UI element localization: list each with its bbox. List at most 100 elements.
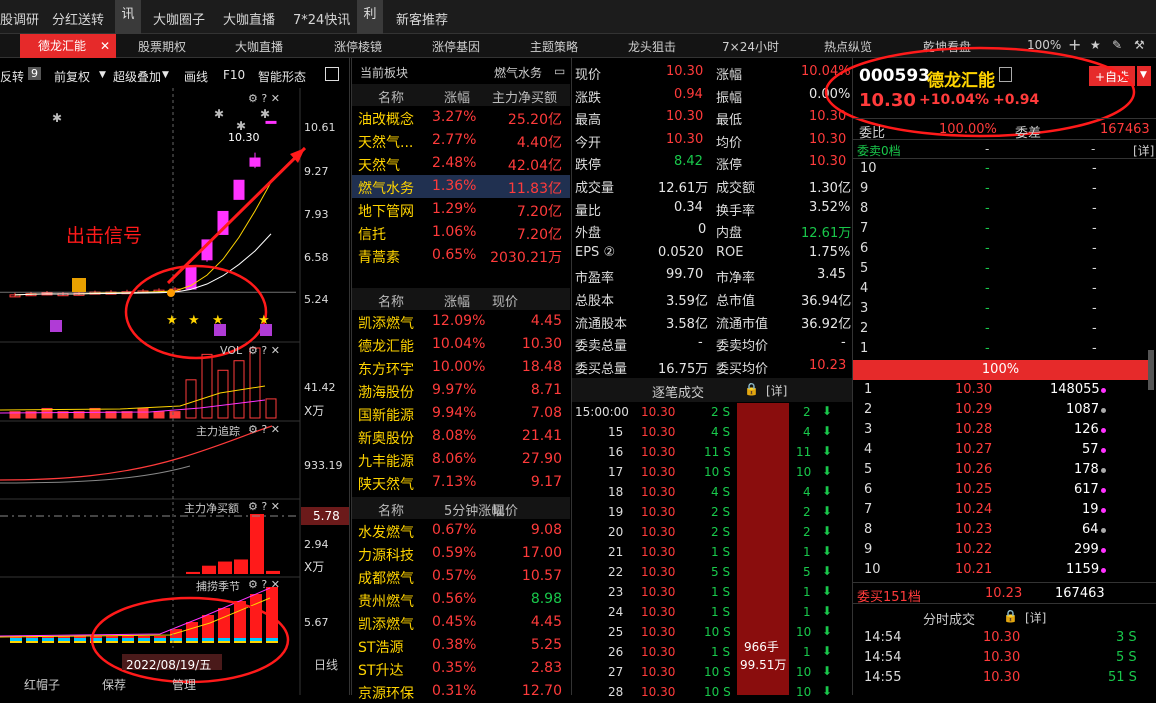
down-arrow-icon: ⬇ <box>822 544 833 558</box>
table-row[interactable]: 青蒿素 0.65% 2030.21万 <box>352 244 570 267</box>
quote-value: 3.52% <box>809 199 851 215</box>
overlay-dropdown[interactable]: 超级叠加 <box>113 68 161 85</box>
column-header[interactable]: 名称 <box>378 87 404 106</box>
tick-time: 22 <box>608 565 624 579</box>
column-header[interactable]: 现价 <box>492 500 518 519</box>
sell-volume: - <box>1092 341 1097 356</box>
layout-icon[interactable] <box>325 67 339 81</box>
stock-name: 力源科技 <box>358 548 414 564</box>
settings-icon[interactable]: ⚙ ? ✕ <box>248 344 280 357</box>
close-icon[interactable]: ✕ <box>100 34 110 58</box>
table-row[interactable]: 力源科技 0.59% 17.00 <box>352 542 570 565</box>
tick-time: 15:00:00 <box>575 405 629 419</box>
column-header[interactable]: 名称 <box>378 500 404 519</box>
tick-time: 15 <box>608 425 624 439</box>
season-base <box>218 641 230 643</box>
table-row[interactable]: 燃气水务 1.36% 11.83亿 <box>352 175 570 198</box>
column-header[interactable]: 名称 <box>378 291 404 310</box>
table-row[interactable]: 凯添燃气 12.09% 4.45 <box>352 310 570 333</box>
table-row[interactable]: ST浩源 0.38% 5.25 <box>352 634 570 657</box>
tab[interactable]: 龙头狙击 <box>628 38 676 55</box>
settings-icon[interactable]: ⚙ ? ✕ <box>248 578 280 591</box>
table-row[interactable]: 陕天然气 7.13% 9.17 <box>352 471 570 494</box>
quote-label: 总市值 <box>716 294 756 309</box>
value: 17.00 <box>521 545 562 561</box>
tab[interactable]: 涨停棱镜 <box>334 38 382 55</box>
vol-bar <box>137 407 149 419</box>
window-icon[interactable]: ▭ <box>554 64 565 78</box>
orderbook-detail-link[interactable]: [详] <box>1133 142 1154 159</box>
tab[interactable]: 主题策略 <box>530 38 578 55</box>
nav-item[interactable]: 股调研 <box>0 9 39 28</box>
tick-volume: 4 S <box>711 425 731 439</box>
table-row[interactable]: 渤海股份 9.97% 8.71 <box>352 379 570 402</box>
timesales-detail-link[interactable]: [详] <box>1025 609 1046 626</box>
table-row[interactable]: 京源环保 0.31% 12.70 <box>352 680 570 703</box>
buy-volume: 1087 <box>1066 402 1100 417</box>
pattern-button[interactable]: 智能形态 <box>258 68 306 85</box>
settings-icon[interactable]: ⚙ ? ✕ <box>248 423 280 436</box>
buy-price: 10.29 <box>955 402 993 417</box>
footer-tab[interactable]: 保荐 <box>102 676 126 693</box>
tab[interactable]: 涨停基因 <box>432 38 480 55</box>
quote-label: 市盈率 <box>575 271 615 287</box>
adjust-dropdown[interactable]: 前复权 <box>54 68 90 85</box>
nav-item[interactable]: 大咖圈子 <box>153 9 205 28</box>
value: 18.48 <box>521 359 562 375</box>
nav-badge[interactable]: 利 <box>357 0 383 34</box>
table-row[interactable]: 凯添燃气 0.45% 4.45 <box>352 611 570 634</box>
value: 9.08 <box>530 522 562 538</box>
settings-icon[interactable]: ⚙ ? ✕ <box>248 500 280 513</box>
nav-badge[interactable]: 讯 <box>115 0 141 34</box>
pct-bar: 100% <box>853 360 1148 380</box>
table-row[interactable]: 九丰能源 8.06% 27.90 <box>352 448 570 471</box>
settings-icon[interactable]: ⚙ ? ✕ <box>248 92 280 105</box>
table-row[interactable]: 东方环宇 10.00% 18.48 <box>352 356 570 379</box>
nav-item[interactable]: 分红送转 <box>52 9 104 28</box>
stock-name: 贵州燃气 <box>358 594 414 610</box>
column-header[interactable]: 涨幅 <box>444 291 470 310</box>
sector-name[interactable]: 燃气水务 <box>494 64 542 81</box>
column-header[interactable]: 现价 <box>492 291 518 310</box>
column-header[interactable]: 涨幅 <box>444 87 470 106</box>
table-row[interactable]: 国新能源 9.94% 7.08 <box>352 402 570 425</box>
scrollbar[interactable] <box>1148 350 1154 390</box>
nav-item[interactable]: 大咖直播 <box>223 9 275 28</box>
table-row[interactable]: 信托 1.06% 7.20亿 <box>352 221 570 244</box>
table-row[interactable]: 油改概念 3.27% 25.20亿 <box>352 106 570 129</box>
tab-active[interactable]: 德龙汇能 ✕ <box>20 34 116 58</box>
f10-button[interactable]: F10 <box>223 68 245 82</box>
table-row[interactable]: 成都燃气 0.57% 10.57 <box>352 565 570 588</box>
table-row[interactable]: 贵州燃气 0.56% 8.98 <box>352 588 570 611</box>
netbuy-bar <box>234 559 248 574</box>
table-row[interactable]: 地下管网 1.29% 7.20亿 <box>352 198 570 221</box>
period-label[interactable]: 日线 <box>314 656 338 673</box>
table-row[interactable]: 天然气... 2.77% 4.40亿 <box>352 129 570 152</box>
season-base <box>250 641 262 643</box>
tab[interactable]: 股票期权 <box>138 38 186 55</box>
table-row[interactable]: 新奥股份 8.08% 21.41 <box>352 425 570 448</box>
table-row[interactable]: 德龙汇能 10.04% 10.30 <box>352 333 570 356</box>
sell-volume: - <box>1092 321 1097 336</box>
nav-item[interactable]: 7*24快讯 <box>293 9 350 28</box>
tab[interactable]: 7×24小时 <box>722 38 779 55</box>
tick-volume: 5 S <box>711 565 731 579</box>
weibi-value: 100.00% <box>939 122 997 137</box>
quote-label: 涨跌 <box>575 90 602 106</box>
footer-tab[interactable]: 管理 <box>172 676 196 693</box>
footer-tab[interactable]: 红帽子 <box>24 676 60 693</box>
quote-label: 涨停 <box>716 158 743 174</box>
change-pct: 9.97% <box>432 382 477 398</box>
column-header[interactable]: 主力净买额 <box>492 87 557 106</box>
nav-item[interactable]: 新客推荐 <box>396 9 448 28</box>
table-row[interactable]: 天然气 2.48% 42.04亿 <box>352 152 570 175</box>
table-row[interactable]: ST升达 0.35% 2.83 <box>352 657 570 680</box>
marker-icon: ✱ <box>260 107 270 121</box>
tab[interactable]: 大咖直播 <box>235 38 283 55</box>
vol-bar <box>265 398 277 419</box>
table-row[interactable]: 水发燃气 0.67% 9.08 <box>352 519 570 542</box>
ticks-detail-link[interactable]: [详] <box>766 382 787 399</box>
reverse-button[interactable]: 反转 <box>0 68 24 85</box>
draw-line-button[interactable]: 画线 <box>184 68 208 85</box>
change-pct: 1.29% <box>432 201 477 217</box>
